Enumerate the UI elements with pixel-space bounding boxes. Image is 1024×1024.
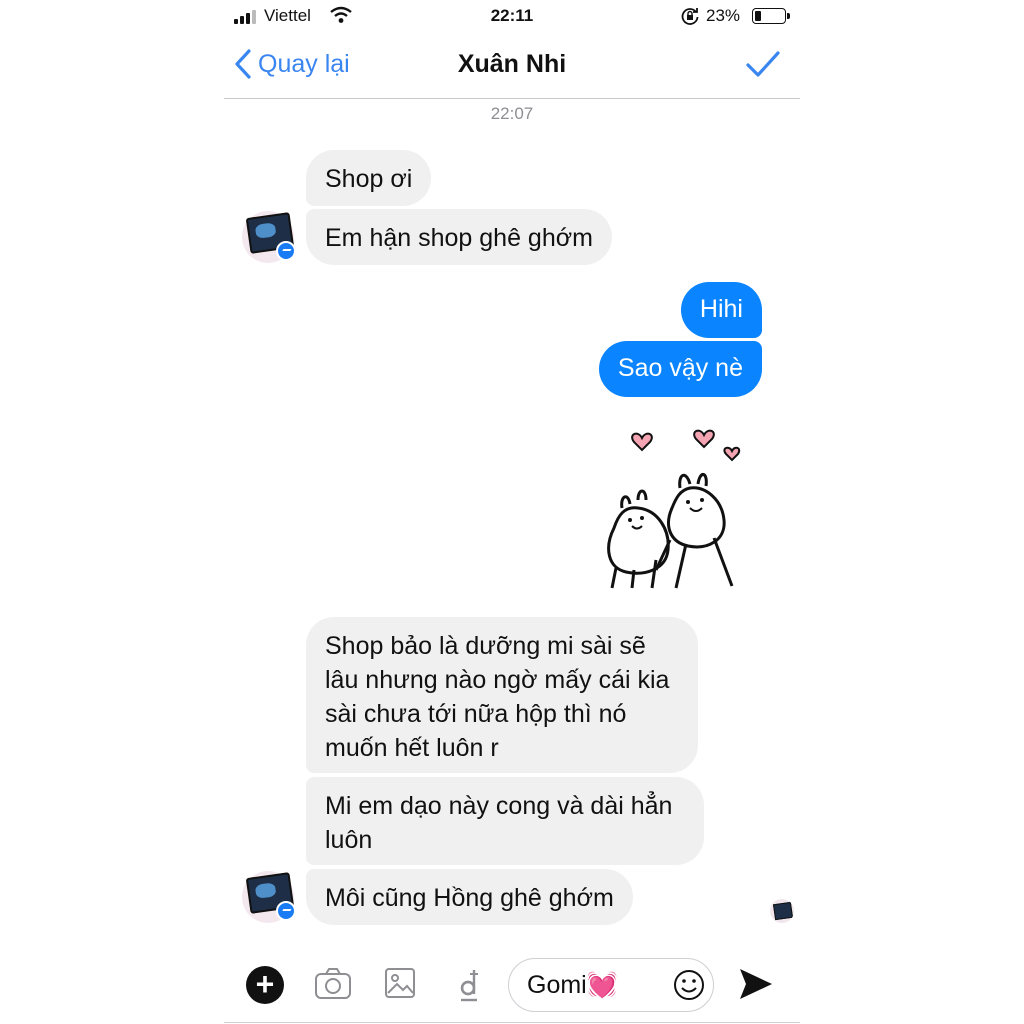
messenger-badge-icon: [276, 241, 296, 261]
status-bar: Viettel 22:11 23%: [224, 0, 800, 32]
message-input-value: Gomi💓: [527, 971, 618, 999]
emoji-icon[interactable]: [673, 969, 705, 1001]
dong-currency-icon[interactable]: [456, 966, 482, 1004]
incoming-message[interactable]: Môi cũng Hồng ghê ghớm: [306, 869, 633, 925]
message-timestamp: 22:07: [490, 104, 534, 123]
message-text: Shop ơi: [325, 165, 413, 193]
incoming-message[interactable]: Shop ơi: [306, 150, 432, 206]
incoming-message[interactable]: Em hận shop ghê ghớm: [306, 209, 612, 265]
incoming-message[interactable]: Shop bảo là dưỡng mi sài sẽ lâu nhưng nà…: [306, 617, 698, 773]
contact-avatar[interactable]: [242, 211, 296, 263]
read-receipt-avatar: [770, 899, 794, 923]
battery-percent: 23%: [706, 6, 741, 25]
message-input[interactable]: Gomi💓: [508, 958, 714, 1012]
bunnies-sticker[interactable]: [594, 420, 774, 598]
navigation-bar: Quay lại Xuân Nhi: [224, 34, 800, 99]
rotation-lock-icon: [681, 8, 699, 25]
conversation-title: Xuân Nhi: [457, 50, 567, 78]
message-text: Môi cũng Hồng ghê ghớm: [325, 884, 614, 912]
outgoing-message[interactable]: Sao vậy nè: [598, 341, 762, 397]
message-text: Shop bảo là dưỡng mi sài sẽ lâu nhưng nà…: [325, 632, 670, 762]
send-icon[interactable]: [736, 964, 776, 1004]
message-text: Hihi: [699, 295, 743, 323]
battery-icon: [752, 8, 790, 24]
bottom-divider: [224, 1022, 800, 1023]
message-text: Mi em dạo này cong và dài hẳn luôn: [325, 792, 673, 854]
composer-bar: + Gomi💓: [224, 952, 800, 1024]
checkmark-icon[interactable]: [746, 50, 780, 80]
incoming-message[interactable]: Mi em dạo này cong và dài hẳn luôn: [306, 777, 704, 865]
messenger-screen: Viettel 22:11 23% Quay lại Xuân Nhi 22:0…: [224, 0, 800, 1024]
outgoing-message[interactable]: Hihi: [680, 282, 762, 338]
contact-avatar[interactable]: [242, 871, 296, 923]
plus-icon[interactable]: +: [246, 966, 284, 1004]
image-icon[interactable]: [384, 966, 416, 1000]
camera-icon[interactable]: [314, 966, 352, 1002]
message-text: Sao vậy nè: [617, 354, 743, 382]
message-text: Em hận shop ghê ghớm: [325, 224, 593, 252]
messenger-badge-icon: [276, 901, 296, 921]
